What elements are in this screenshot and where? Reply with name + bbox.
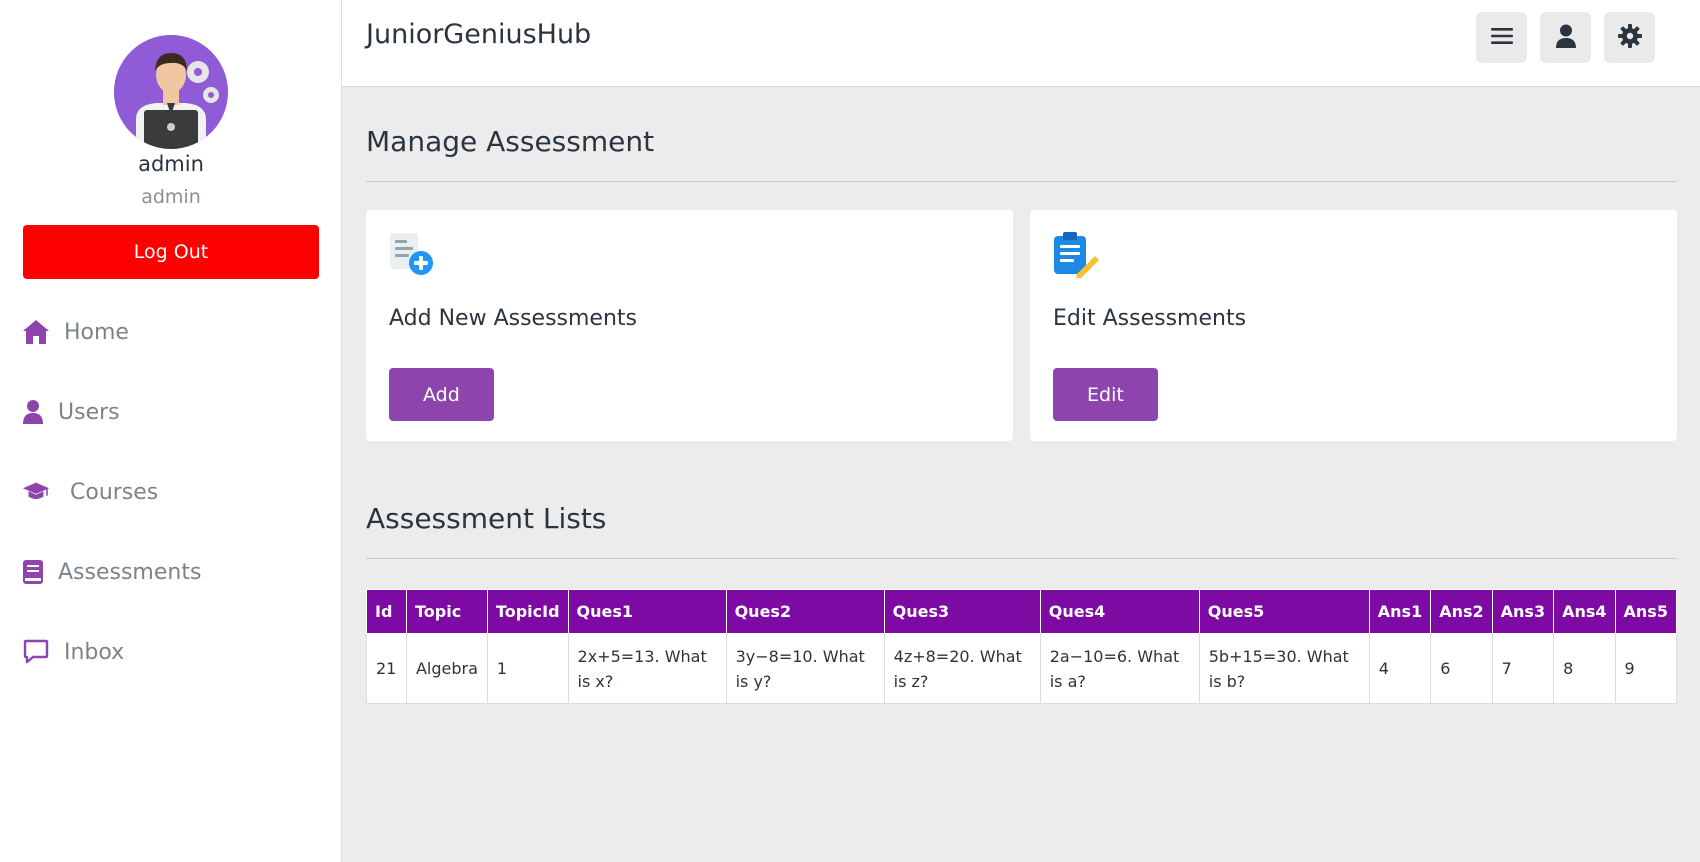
main-content: Manage Assessment Add New Assessments Ad… — [342, 87, 1700, 862]
sidebar-item-label: Courses — [70, 479, 159, 505]
column-header: Ans4 — [1553, 589, 1616, 634]
profile-button[interactable] — [1540, 12, 1591, 63]
table-cell: Algebra — [405, 633, 488, 704]
column-header: TopicId — [486, 589, 569, 634]
chat-icon — [22, 638, 50, 666]
column-header: Ans3 — [1491, 589, 1555, 634]
sidebar-item-label: Inbox — [64, 639, 125, 665]
card-title: Edit Assessments — [1053, 306, 1247, 331]
table-cell: 5b+15=30. What is b? — [1198, 633, 1370, 704]
sidebar-item-label: Users — [58, 399, 120, 425]
sidebar: admin admin Log Out Home Users Courses A… — [0, 0, 342, 862]
sidebar-item-home[interactable]: Home — [22, 312, 129, 352]
sidebar-item-courses[interactable]: Courses — [22, 472, 158, 512]
table-cell: 6 — [1430, 633, 1493, 704]
sidebar-item-label: Home — [64, 319, 129, 345]
sidebar-item-inbox[interactable]: Inbox — [22, 632, 124, 672]
profile-role: admin — [141, 186, 201, 208]
table-cell: 7 — [1491, 633, 1555, 704]
user-icon — [1555, 24, 1577, 51]
edit-assessment-card: Edit Assessments Edit — [1030, 210, 1677, 441]
divider — [366, 181, 1677, 182]
edit-button[interactable]: Edit — [1053, 368, 1158, 421]
column-header: Topic — [405, 589, 488, 634]
column-header: Ans5 — [1614, 589, 1678, 634]
table-cell: 21 — [366, 633, 407, 704]
table-cell: 3y−8=10. What is y? — [725, 633, 885, 704]
avatar — [114, 35, 228, 149]
top-header: JuniorGeniusHub — [342, 0, 1700, 87]
logout-button[interactable]: Log Out — [23, 225, 319, 279]
column-header: Ques4 — [1039, 589, 1200, 634]
user-icon — [22, 398, 44, 426]
gear-icon — [1617, 24, 1642, 51]
book-icon — [22, 558, 44, 586]
column-header: Ques3 — [883, 589, 1041, 634]
table-cell: 9 — [1614, 633, 1678, 704]
table-row: 21 Algebra 1 2x+5=13. What is x? 3y−8=10… — [366, 633, 1678, 704]
add-assessment-card: Add New Assessments Add — [366, 210, 1013, 441]
table-cell: 8 — [1553, 633, 1616, 704]
graduation-cap-icon — [22, 478, 50, 506]
sidebar-item-users[interactable]: Users — [22, 392, 120, 432]
add-button[interactable]: Add — [389, 368, 494, 421]
menu-button[interactable] — [1476, 12, 1527, 63]
edit-clipboard-icon — [1052, 230, 1100, 278]
sidebar-item-label: Assessments — [58, 559, 202, 585]
column-header: Id — [366, 589, 407, 634]
column-header: Ques1 — [567, 589, 727, 634]
table-cell: 2a−10=6. What is a? — [1039, 633, 1200, 704]
table-cell: 4 — [1368, 633, 1432, 704]
home-icon — [22, 318, 50, 346]
add-document-icon — [388, 230, 436, 278]
manage-title: Manage Assessment — [366, 125, 655, 158]
table-cell: 1 — [486, 633, 569, 704]
app-brand: JuniorGeniusHub — [366, 19, 592, 50]
column-header: Ans1 — [1368, 589, 1432, 634]
table-cell: 2x+5=13. What is x? — [567, 633, 727, 704]
admin-avatar-icon — [114, 35, 228, 149]
card-title: Add New Assessments — [389, 306, 637, 331]
list-title: Assessment Lists — [366, 502, 607, 535]
menu-icon — [1490, 27, 1513, 48]
table-cell: 4z+8=20. What is z? — [883, 633, 1041, 704]
table-header-row: Id Topic TopicId Ques1 Ques2 Ques3 Ques4… — [366, 589, 1678, 634]
settings-button[interactable] — [1604, 12, 1655, 63]
column-header: Ques2 — [725, 589, 885, 634]
column-header: Ans2 — [1430, 589, 1493, 634]
assessment-table: Id Topic TopicId Ques1 Ques2 Ques3 Ques4… — [366, 589, 1678, 704]
sidebar-item-assessments[interactable]: Assessments — [22, 552, 201, 592]
divider — [366, 558, 1677, 559]
profile-name: admin — [138, 152, 204, 176]
column-header: Ques5 — [1198, 589, 1370, 634]
